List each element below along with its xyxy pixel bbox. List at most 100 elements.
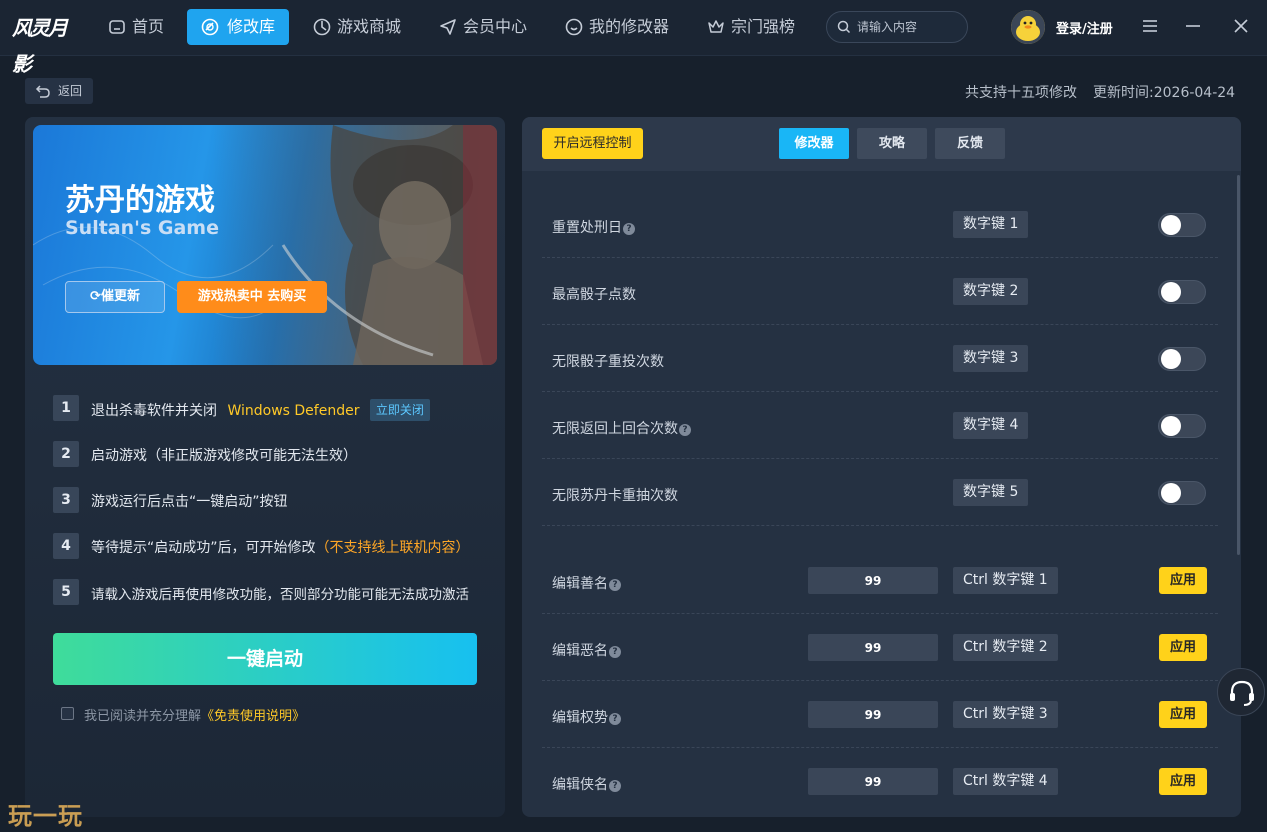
help-icon[interactable]: ? [609, 780, 621, 792]
apply-button[interactable]: 应用 [1159, 768, 1207, 795]
apply-button[interactable]: 应用 [1159, 701, 1207, 728]
hotkey-label: 数字键 4 [953, 412, 1029, 439]
help-icon[interactable]: ? [679, 424, 691, 436]
cheat-toggle[interactable] [1158, 280, 1206, 304]
nav-library-label: 修改库 [227, 17, 276, 36]
hotkey-label: 数字键 1 [953, 211, 1029, 238]
agree-checkbox[interactable] [61, 707, 74, 720]
toggle-knob [1161, 416, 1181, 436]
support-count: 共支持十五项修改 [965, 85, 1077, 101]
edit-row-good-fame: 编辑善名? Ctrl 数字键 1 应用 [542, 547, 1218, 614]
tab-guide[interactable]: 攻略 [857, 128, 927, 159]
search-icon [837, 20, 851, 34]
disclaimer-link[interactable]: 《免责使用说明》 [201, 709, 305, 724]
apply-button[interactable]: 应用 [1159, 567, 1207, 594]
close-button[interactable] [1229, 14, 1253, 38]
nav-vip[interactable]: 会员中心 [435, 9, 527, 45]
game-info-panel: 苏丹的游戏 Sultan's Game ⟳催更新 游戏热卖中 去购买 1 退出杀… [25, 117, 505, 817]
edit-row-bad-fame: 编辑恶名? Ctrl 数字键 2 应用 [542, 614, 1218, 681]
help-icon[interactable]: ? [623, 223, 635, 235]
help-icon[interactable]: ? [609, 579, 621, 591]
nav-store-label: 游戏商城 [337, 17, 402, 36]
value-input[interactable] [808, 768, 938, 795]
toggle-knob [1161, 483, 1181, 503]
one-click-start-button[interactable]: 一键启动 [53, 633, 477, 685]
help-icon[interactable]: ? [609, 713, 621, 725]
hotkey-label: Ctrl 数字键 3 [953, 701, 1058, 728]
app-logo[interactable]: 风灵月影 [12, 10, 76, 76]
top-bar: 风灵月影 首页 修改库 游戏商城 会员中心 我的修改器 宗门强榜 请输入内容 登… [0, 0, 1267, 76]
watermark: 玩一玩 [8, 801, 83, 830]
cheat-toggle[interactable] [1158, 347, 1206, 371]
cheat-label: 编辑恶名 [552, 643, 608, 659]
customer-support-button[interactable] [1217, 668, 1265, 716]
step-number: 2 [53, 441, 79, 467]
step-number: 3 [53, 487, 79, 513]
edit-row-power: 编辑权势? Ctrl 数字键 3 应用 [542, 681, 1218, 748]
headset-icon [1230, 680, 1254, 706]
trainer-panel-header: 开启远程控制 修改器 攻略 反馈 [522, 117, 1241, 171]
cheat-label: 重置处刑日 [552, 220, 622, 236]
login-register-link[interactable]: 登录/注册 [1056, 18, 1113, 37]
value-input[interactable] [808, 634, 938, 661]
nav-store[interactable]: 游戏商城 [309, 9, 401, 45]
hamburger-icon [1143, 20, 1157, 32]
nav-my-trainers[interactable]: 我的修改器 [561, 9, 669, 45]
nav-ranking-label: 宗门强榜 [731, 17, 796, 36]
nav-home[interactable]: 首页 [104, 9, 164, 45]
value-input[interactable] [808, 701, 938, 728]
urge-update-label: 催更新 [100, 289, 140, 304]
step-number: 1 [53, 395, 79, 421]
urge-update-button[interactable]: ⟳催更新 [65, 281, 165, 313]
nav-ranking[interactable]: 宗门强榜 [703, 9, 795, 45]
step-text: 退出杀毒软件并关闭 Windows Defender 立即关闭 [91, 399, 430, 421]
scrollbar[interactable] [1237, 175, 1240, 555]
menu-button[interactable] [1138, 14, 1162, 38]
duck-avatar-icon [1011, 10, 1045, 44]
tab-trainer[interactable]: 修改器 [779, 128, 849, 159]
cheat-label: 编辑侠名 [552, 777, 608, 793]
cheat-toggle[interactable] [1158, 481, 1206, 505]
update-time: 更新时间:2026-04-24 [1093, 82, 1235, 102]
cheat-name: 无限骰子重投次数 [552, 354, 664, 370]
remote-control-button[interactable]: 开启远程控制 [542, 128, 643, 159]
step-text: 等待提示“启动成功”后，可开始修改（不支持线上联机内容） [91, 537, 470, 557]
apply-button[interactable]: 应用 [1159, 634, 1207, 661]
buy-game-button[interactable]: 游戏热卖中 去购买 [177, 281, 327, 313]
back-button[interactable]: 返回 [25, 78, 93, 104]
cheat-name: 重置处刑日? [552, 217, 635, 237]
close-icon [1234, 19, 1248, 33]
edit-row-chivalry: 编辑侠名? Ctrl 数字键 4 应用 [542, 748, 1218, 815]
cheat-toggle[interactable] [1158, 414, 1206, 438]
cheat-name: 编辑侠名? [552, 774, 621, 794]
update-time-value: 2026-04-24 [1153, 85, 1236, 101]
update-time-label: 更新时间: [1093, 85, 1154, 101]
help-icon[interactable]: ? [609, 646, 621, 658]
logo-text: 风灵月影 [12, 16, 68, 76]
back-arrow-icon [35, 85, 50, 98]
minimize-button[interactable] [1181, 14, 1205, 38]
cheat-row-max-dice: 最高骰子点数 数字键 2 [542, 258, 1218, 325]
cheat-name: 编辑恶名? [552, 640, 621, 660]
hotkey-label: 数字键 5 [953, 479, 1029, 506]
value-input[interactable] [808, 567, 938, 594]
step-4-text: 等待提示“启动成功”后，可开始修改 [91, 540, 316, 556]
cheat-row-infinite-sultan-redraw: 无限苏丹卡重抽次数 数字键 5 [542, 459, 1218, 526]
game-cover-art [33, 125, 497, 365]
tab-feedback[interactable]: 反馈 [935, 128, 1005, 159]
search-box[interactable] [826, 11, 968, 43]
avatar[interactable] [1011, 10, 1045, 44]
nav-library[interactable]: 修改库 [187, 9, 290, 45]
nav-home-label: 首页 [132, 17, 165, 36]
game-banner: 苏丹的游戏 Sultan's Game ⟳催更新 游戏热卖中 去购买 [33, 125, 497, 365]
search-input[interactable] [857, 12, 961, 42]
send-icon [440, 19, 456, 35]
game-title: 苏丹的游戏 [65, 183, 215, 218]
cheat-name: 无限返回上回合次数? [552, 418, 691, 438]
step-1-text: 退出杀毒软件并关闭 [91, 403, 217, 419]
hotkey-label: 数字键 3 [953, 345, 1029, 372]
close-defender-button[interactable]: 立即关闭 [369, 399, 430, 421]
cheat-toggle[interactable] [1158, 213, 1206, 237]
cheat-name: 最高骰子点数 [552, 287, 636, 303]
cheat-label: 无限返回上回合次数 [552, 421, 678, 437]
